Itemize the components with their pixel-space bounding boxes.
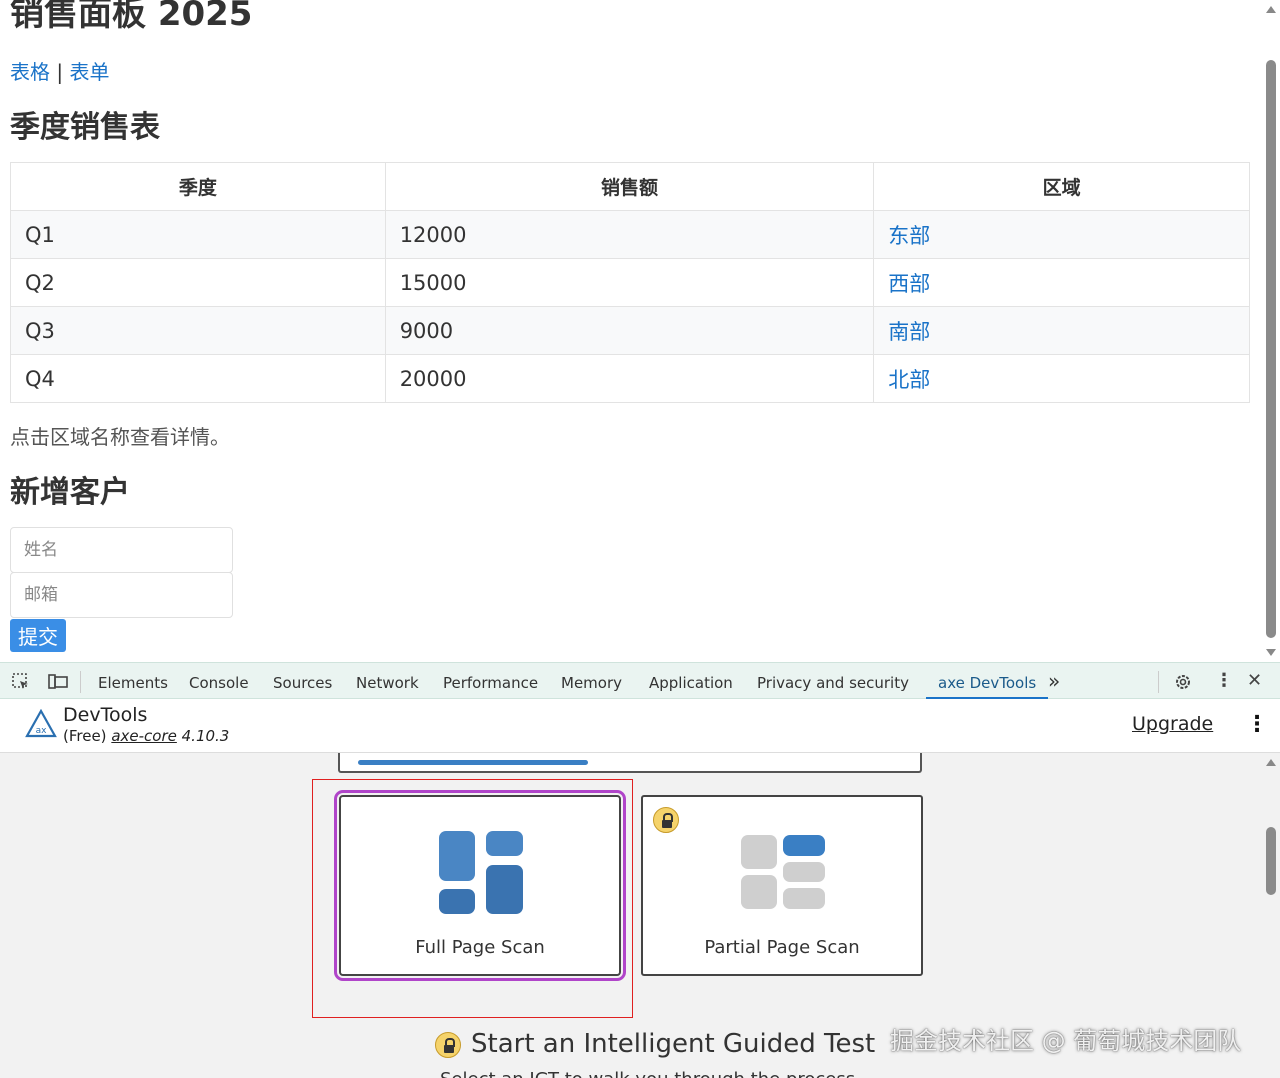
table-header-row: 季度 销售额 区域 bbox=[10, 162, 1250, 211]
close-icon[interactable]: ✕ bbox=[1247, 672, 1262, 690]
scroll-up-arrow-icon[interactable] bbox=[1266, 6, 1276, 13]
cell-region: 南部 bbox=[873, 306, 1250, 355]
nav-link-table[interactable]: 表格 bbox=[10, 60, 50, 84]
tab-application[interactable]: Application bbox=[649, 663, 733, 699]
cell-region: 东部 bbox=[873, 210, 1250, 259]
column-header-quarter: 季度 bbox=[10, 162, 386, 211]
full-page-scan-label: Full Page Scan bbox=[415, 937, 545, 958]
axe-title: DevTools bbox=[63, 704, 148, 726]
tab-elements[interactable]: Elements bbox=[98, 663, 168, 699]
guided-test-heading[interactable]: Start an Intelligent Guided Test bbox=[471, 1029, 875, 1059]
axe-menu-icon[interactable]: ⋮ bbox=[1246, 714, 1268, 736]
name-input[interactable] bbox=[10, 527, 233, 573]
toolbar-divider bbox=[80, 671, 81, 693]
device-toolbar-icon[interactable] bbox=[47, 672, 69, 696]
column-header-region: 区域 bbox=[873, 162, 1250, 211]
web-page: 销售面板 2025 表格 | 表单 季度销售表 季度 销售额 区域 Q1 120… bbox=[0, 0, 1262, 662]
table-row: Q4 20000 北部 bbox=[10, 354, 1250, 403]
full-page-scan-icon bbox=[437, 829, 527, 921]
cell-sales: 12000 bbox=[384, 210, 875, 259]
tab-console[interactable]: Console bbox=[189, 663, 249, 699]
guided-test-subtitle: Select an IGT to walk you through the pr… bbox=[440, 1069, 855, 1078]
tab-axe-devtools[interactable]: axe DevTools bbox=[926, 663, 1049, 699]
nav-separator: | bbox=[56, 60, 64, 84]
devtools-tab-bar: Elements Console Sources Network Perform… bbox=[0, 662, 1280, 699]
scroll-down-arrow-icon[interactable] bbox=[1266, 649, 1276, 656]
cell-region: 北部 bbox=[873, 354, 1250, 403]
axe-subtitle: (Free) axe-core 4.10.3 bbox=[63, 727, 229, 745]
previous-card bbox=[338, 753, 922, 773]
cell-sales: 9000 bbox=[384, 306, 875, 355]
email-input[interactable] bbox=[10, 572, 233, 618]
page-nav: 表格 | 表单 bbox=[10, 56, 109, 85]
tab-network[interactable]: Network bbox=[356, 663, 419, 699]
page-scrollbar[interactable] bbox=[1262, 0, 1280, 662]
table-row: Q2 15000 西部 bbox=[10, 258, 1250, 307]
previous-card-bar bbox=[358, 760, 588, 765]
tab-memory[interactable]: Memory bbox=[561, 663, 622, 699]
axe-panel-scrollbar-thumb[interactable] bbox=[1266, 827, 1276, 895]
full-page-scan-button[interactable]: Full Page Scan bbox=[334, 790, 626, 981]
cell-quarter: Q2 bbox=[10, 258, 386, 307]
page-scrollbar-thumb[interactable] bbox=[1266, 60, 1276, 638]
tab-performance[interactable]: Performance bbox=[443, 663, 538, 699]
region-link[interactable]: 北部 bbox=[888, 368, 930, 392]
cell-sales: 15000 bbox=[384, 258, 875, 307]
gear-icon[interactable] bbox=[1173, 672, 1193, 696]
table-row: Q3 9000 南部 bbox=[10, 306, 1250, 355]
kebab-menu-icon[interactable]: ⋮ bbox=[1215, 672, 1233, 690]
axe-core-link[interactable]: axe-core bbox=[111, 727, 177, 745]
table-heading: 季度销售表 bbox=[10, 110, 160, 145]
cell-quarter: Q1 bbox=[10, 210, 386, 259]
axe-core-version: 4.10.3 bbox=[181, 727, 230, 745]
plan-label: (Free) bbox=[63, 727, 107, 745]
watermark: 掘金技术社区 @ 葡萄城技术团队 bbox=[890, 1027, 1242, 1055]
cell-region: 西部 bbox=[873, 258, 1250, 307]
axe-panel-scrollbar[interactable] bbox=[1262, 753, 1280, 1078]
column-header-sales: 销售额 bbox=[384, 162, 875, 211]
region-link[interactable]: 东部 bbox=[888, 224, 930, 248]
axe-header: ax DevTools (Free) axe-core 4.10.3 Upgra… bbox=[0, 699, 1280, 753]
toolbar-divider bbox=[1158, 671, 1159, 693]
nav-link-form[interactable]: 表单 bbox=[69, 60, 109, 84]
table-note: 点击区域名称查看详情。 bbox=[10, 425, 230, 449]
page-title: 销售面板 2025 bbox=[10, 0, 253, 34]
lock-icon bbox=[435, 1032, 461, 1058]
partial-page-scan-label: Partial Page Scan bbox=[704, 937, 860, 958]
lock-icon bbox=[653, 807, 679, 833]
upgrade-link[interactable]: Upgrade bbox=[1132, 713, 1213, 735]
partial-page-scan-button[interactable]: Partial Page Scan bbox=[641, 795, 923, 976]
svg-text:ax: ax bbox=[36, 726, 48, 736]
axe-logo-icon: ax bbox=[25, 708, 57, 743]
cell-quarter: Q4 bbox=[10, 354, 386, 403]
sales-table: 季度 销售额 区域 Q1 12000 东部 Q2 15000 西部 Q3 900… bbox=[10, 162, 1250, 403]
cell-sales: 20000 bbox=[384, 354, 875, 403]
submit-button[interactable]: 提交 bbox=[10, 619, 66, 652]
axe-panel: Full Page Scan Partial Page Scan Start a… bbox=[0, 753, 1262, 1078]
region-link[interactable]: 西部 bbox=[888, 272, 930, 296]
region-link[interactable]: 南部 bbox=[888, 320, 930, 344]
cell-quarter: Q3 bbox=[10, 306, 386, 355]
form-heading: 新增客户 bbox=[10, 475, 130, 510]
partial-page-scan-icon bbox=[739, 833, 829, 917]
scroll-up-arrow-icon[interactable] bbox=[1266, 759, 1276, 766]
more-tabs-icon[interactable]: » bbox=[1048, 663, 1060, 699]
table-row: Q1 12000 东部 bbox=[10, 210, 1250, 259]
inspect-element-icon[interactable] bbox=[11, 672, 31, 696]
tab-sources[interactable]: Sources bbox=[273, 663, 332, 699]
tab-privacy-and-security[interactable]: Privacy and security bbox=[757, 663, 909, 699]
